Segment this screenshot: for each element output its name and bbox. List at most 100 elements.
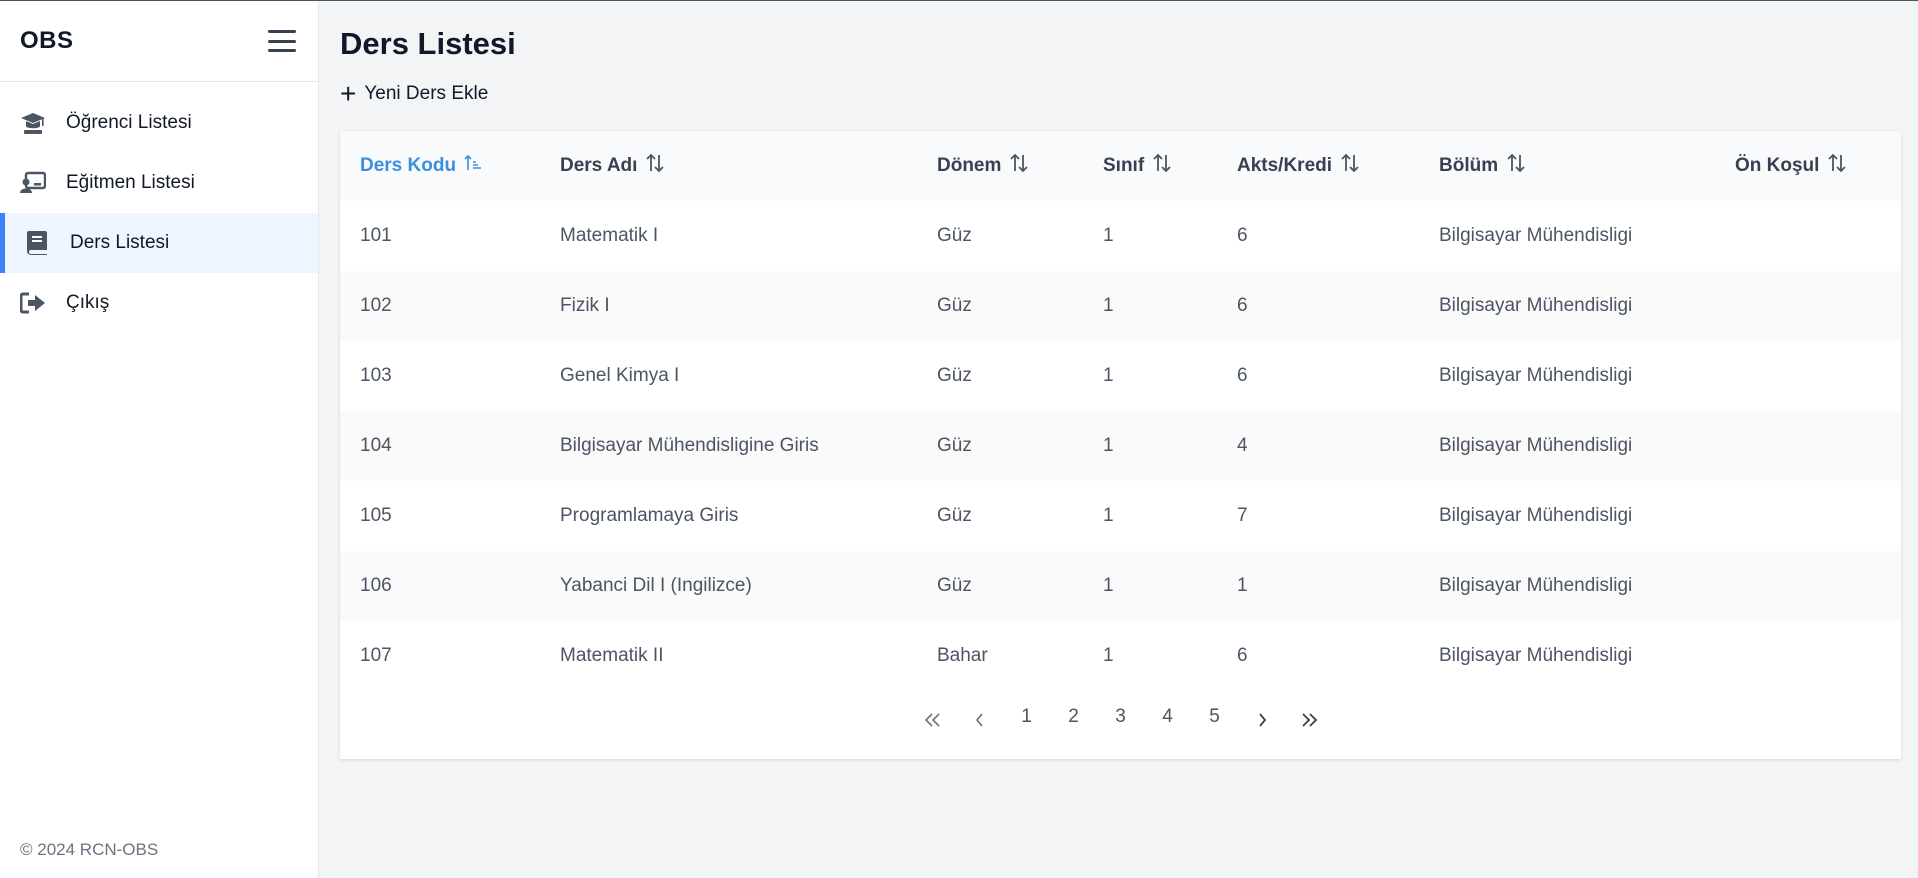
table-header-row: Ders Kodu Ders Adı Dönem Sınıf Akts/Kredi Böl… <box>340 131 1901 201</box>
copyright-footer: © 2024 RCN-OBS <box>20 840 159 859</box>
page-number-button[interactable]: 2 <box>1050 706 1097 728</box>
table-row[interactable]: 104 Bilgisayar Mühendisligine Giris Güz 1 4 B… <box>340 411 1901 481</box>
table-cell: 7 <box>1237 505 1248 526</box>
column-header-label: Sınıf <box>1103 155 1145 177</box>
table-cell: 6 <box>1237 225 1248 246</box>
book-icon <box>24 230 50 256</box>
column-header-4[interactable]: Akts/Kredi <box>1217 131 1419 201</box>
page-number-button[interactable]: 4 <box>1144 706 1191 728</box>
page-number-button[interactable]: 1 <box>1003 706 1050 728</box>
sidebar-item-ogrenci-listesi[interactable]: Öğrenci Listesi <box>0 93 318 153</box>
table-cell: 1 <box>1103 435 1114 456</box>
sort-icon[interactable] <box>1009 153 1029 179</box>
sign-out-icon <box>20 290 46 316</box>
table-cell: Yabanci Dil I (Ingilizce) <box>560 575 752 596</box>
first-page-button[interactable] <box>909 701 956 734</box>
table-cell: Bilgisayar Mühendisligi <box>1439 435 1633 456</box>
page-number-button[interactable]: 5 <box>1191 706 1238 728</box>
plus-icon: + <box>340 78 357 109</box>
sidebar-item-label: Eğitmen Listesi <box>66 172 195 193</box>
table-cell: 1 <box>1103 295 1114 316</box>
page-number-button[interactable]: 3 <box>1097 706 1144 728</box>
table-cell <box>1715 341 1901 411</box>
table-row[interactable]: 103 Genel Kimya I Güz 1 6 Bilgisayar Mühendis… <box>340 341 1901 411</box>
table-cell: 105 <box>360 505 392 526</box>
sidebar-item-label: Ders Listesi <box>70 232 170 253</box>
sidebar-item-egitmen-listesi[interactable]: Eğitmen Listesi <box>0 153 318 213</box>
sort-icon[interactable] <box>1152 153 1172 179</box>
column-header-label: Bölüm <box>1439 155 1499 177</box>
table-row[interactable]: 106 Yabanci Dil I (Ingilizce) Güz 1 1 Bilgisa… <box>340 551 1901 621</box>
table-cell: Bilgisayar Mühendisligi <box>1439 575 1633 596</box>
table-cell: Güz <box>937 575 972 596</box>
double-chevron-right-icon <box>1301 712 1317 727</box>
table-row[interactable]: 105 Programlamaya Giris Güz 1 7 Bilgisayar Mü… <box>340 481 1901 551</box>
brand-logo[interactable]: OBS <box>20 27 74 55</box>
column-header-6[interactable]: Ön Koşul <box>1715 131 1901 201</box>
sort-icon[interactable] <box>1340 153 1360 179</box>
table-cell <box>1715 271 1901 341</box>
main-content: Ders Listesi + Yeni Ders Ekle Ders Kodu D… <box>340 1 1901 759</box>
table-cell: Güz <box>937 225 972 246</box>
sidebar-item-label: Çıkış <box>66 292 110 313</box>
column-header-0[interactable]: Ders Kodu <box>340 131 540 201</box>
table-row[interactable]: 102 Fizik I Güz 1 6 Bilgisayar Mühendisligi <box>340 271 1901 341</box>
table-cell: Bilgisayar Mühendisligi <box>1439 295 1633 316</box>
table-cell: 1 <box>1103 505 1114 526</box>
graduation-cap-icon <box>20 110 46 136</box>
table-cell: 101 <box>360 225 392 246</box>
table-cell: Güz <box>937 505 972 526</box>
prev-page-button[interactable] <box>956 701 1003 734</box>
table-cell: Fizik I <box>560 295 610 316</box>
next-page-button[interactable] <box>1238 701 1285 734</box>
table-cell: 1 <box>1103 575 1114 596</box>
sort-ascending-icon[interactable] <box>464 154 482 178</box>
column-header-2[interactable]: Dönem <box>917 131 1083 201</box>
column-header-label: Ön Koşul <box>1735 155 1820 177</box>
column-header-1[interactable]: Ders Adı <box>540 131 917 201</box>
table-cell: Matematik I <box>560 225 659 246</box>
chevron-right-icon <box>1258 712 1266 727</box>
add-course-button[interactable]: + Yeni Ders Ekle <box>340 78 489 109</box>
table-row[interactable]: 107 Matematik II Bahar 1 6 Bilgisayar Mühendi… <box>340 621 1901 691</box>
table-cell <box>1715 411 1901 481</box>
table-cell: Bilgisayar Mühendisligi <box>1439 365 1633 386</box>
column-header-label: Ders Adı <box>560 155 638 177</box>
sidebar-item-label: Öğrenci Listesi <box>66 112 192 133</box>
column-header-label: Akts/Kredi <box>1237 155 1333 177</box>
column-header-5[interactable]: Bölüm <box>1419 131 1715 201</box>
sidebar-nav: Öğrenci Listesi Eğitmen Listesi Ders Lis… <box>0 82 318 333</box>
table-row[interactable]: 101 Matematik I Güz 1 6 Bilgisayar Mühendisli… <box>340 201 1901 271</box>
table-cell: 104 <box>360 435 392 456</box>
sort-icon[interactable] <box>645 153 665 179</box>
column-header-label: Ders Kodu <box>360 155 457 177</box>
chevron-left-icon <box>975 712 983 727</box>
table-cell: Genel Kimya I <box>560 365 680 386</box>
table-cell: 106 <box>360 575 392 596</box>
sidebar-item-cikis[interactable]: Çıkış <box>0 273 318 333</box>
last-page-button[interactable] <box>1285 701 1332 734</box>
table-cell: 6 <box>1237 645 1248 666</box>
table-cell: 6 <box>1237 365 1248 386</box>
column-header-label: Dönem <box>937 155 1002 177</box>
sidebar-item-ders-listesi[interactable]: Ders Listesi <box>0 213 318 273</box>
table-cell <box>1715 551 1901 621</box>
table-cell <box>1715 621 1901 691</box>
sort-icon[interactable] <box>1506 153 1526 179</box>
sort-icon[interactable] <box>1827 153 1847 179</box>
table-cell: 4 <box>1237 435 1248 456</box>
table-cell <box>1715 481 1901 551</box>
double-chevron-left-icon <box>924 712 940 727</box>
table-body: 101 Matematik I Güz 1 6 Bilgisayar Mühendisli… <box>340 201 1901 691</box>
sidebar: OBS Öğrenci Listesi Eğitmen Listesi Ders… <box>0 1 319 878</box>
add-course-label: Yeni Ders Ekle <box>364 83 489 104</box>
hamburger-menu-icon[interactable] <box>268 30 296 52</box>
table-cell: 1 <box>1103 225 1114 246</box>
table-cell: 1 <box>1103 365 1114 386</box>
page-title: Ders Listesi <box>340 26 516 61</box>
table-cell <box>1715 201 1901 271</box>
table-cell: Bilgisayar Mühendisligine Giris <box>560 435 819 456</box>
table-cell: Programlamaya Giris <box>560 505 739 526</box>
course-table: Ders Kodu Ders Adı Dönem Sınıf Akts/Kredi Böl… <box>340 131 1901 691</box>
column-header-3[interactable]: Sınıf <box>1083 131 1217 201</box>
